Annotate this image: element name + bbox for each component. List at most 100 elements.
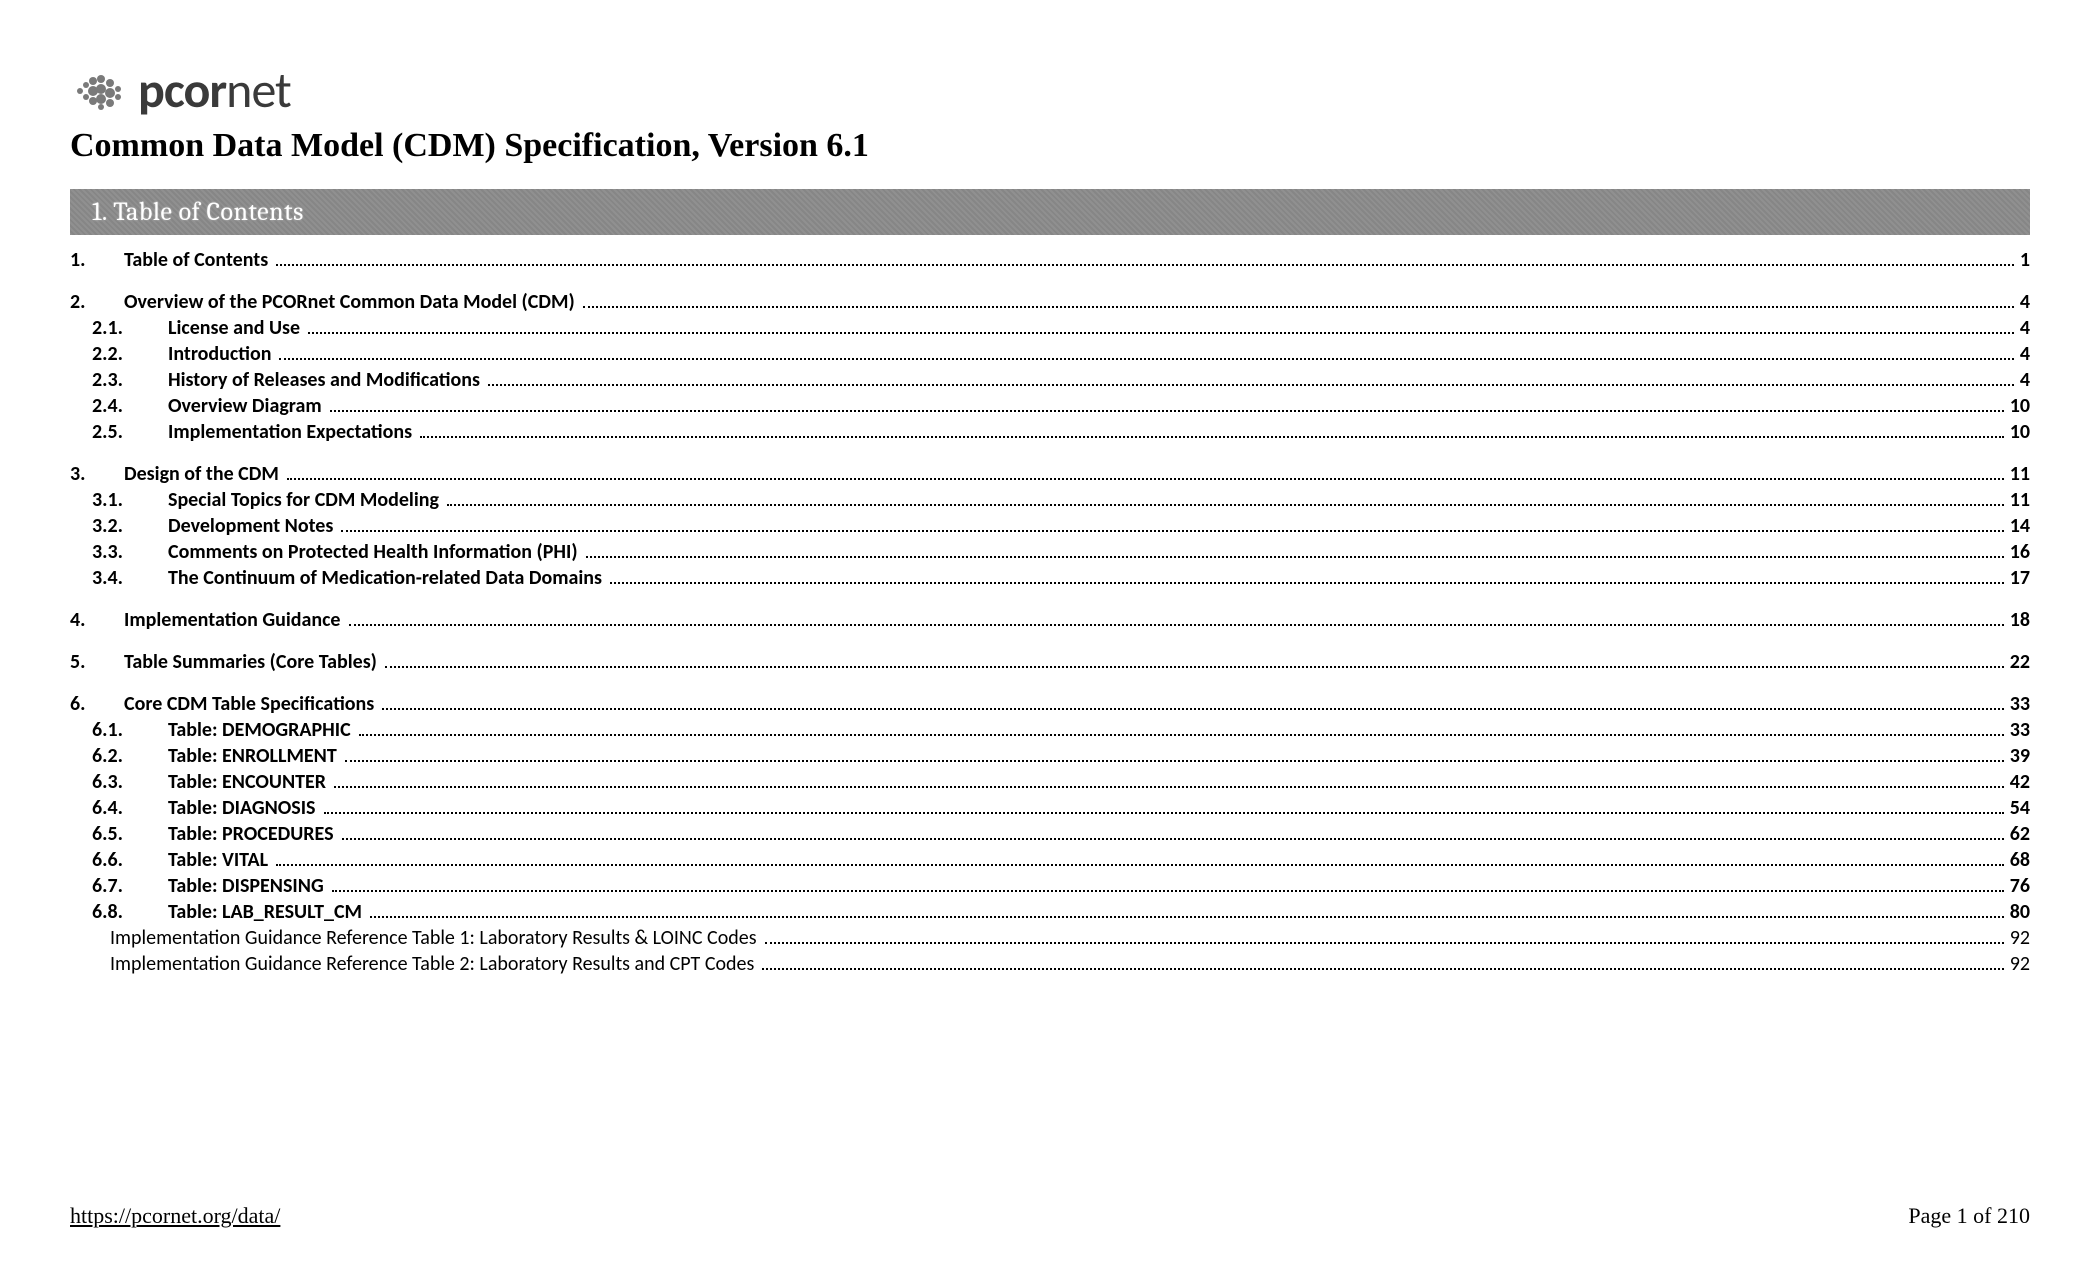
toc-leader-dots — [324, 803, 2004, 814]
toc-entry[interactable]: 6.3.Table: ENCOUNTER42 — [70, 769, 2030, 795]
toc-entry-page: 62 — [2008, 824, 2030, 844]
toc-entry-number: 3.2. — [92, 516, 168, 536]
toc-entry-page: 42 — [2008, 772, 2030, 792]
toc-entry-label: Special Topics for CDM Modeling — [168, 490, 443, 510]
toc-entry-label: Table: DISPENSING — [168, 876, 328, 896]
toc-leader-dots — [370, 907, 2004, 918]
toc-entry[interactable]: 3.Design of the CDM 11 — [70, 461, 2030, 487]
toc-entry[interactable]: 2.5.Implementation Expectations10 — [70, 419, 2030, 445]
toc-entry-page: 33 — [2008, 694, 2030, 714]
toc-entry[interactable]: 6.5.Table: PROCEDURES62 — [70, 821, 2030, 847]
toc-leader-dots — [276, 855, 2004, 866]
toc-entry-label: Design of the CDM — [124, 464, 283, 484]
toc-entry-label: Overview Diagram — [168, 396, 326, 416]
toc-entry[interactable]: 3.3.Comments on Protected Health Informa… — [70, 539, 2030, 565]
toc-entry[interactable]: 6.Core CDM Table Specifications33 — [70, 691, 2030, 717]
toc-entry-label: The Continuum of Medication-related Data… — [168, 568, 606, 588]
toc-entry-label: History of Releases and Modifications — [168, 370, 484, 390]
toc-entry-number: 2.1. — [92, 318, 168, 338]
toc-entry[interactable]: 2.Overview of the PCORnet Common Data Mo… — [70, 289, 2030, 315]
toc-entry-page: 22 — [2008, 652, 2030, 672]
toc-group: 4.Implementation Guidance 18 — [70, 607, 2030, 633]
toc-entry-page: 4 — [2018, 370, 2030, 390]
toc-entry-number: 3.3. — [92, 542, 168, 562]
toc-entry-number: 2.4. — [92, 396, 168, 416]
toc-entry-label: Table: ENROLLMENT — [168, 746, 341, 766]
toc-leader-dots — [308, 323, 2014, 334]
toc-group: 5.Table Summaries (Core Tables)22 — [70, 649, 2030, 675]
toc-entry[interactable]: 6.1.Table: DEMOGRAPHIC33 — [70, 717, 2030, 743]
toc-entry-number: 4. — [70, 610, 124, 630]
toc-entry-label: Table: ENCOUNTER — [168, 772, 330, 792]
toc-entry-page: 1 — [2018, 250, 2030, 270]
pcornet-logo-icon — [70, 69, 126, 113]
toc-entry[interactable]: 6.6.Table: VITAL68 — [70, 847, 2030, 873]
toc-entry[interactable]: 5.Table Summaries (Core Tables)22 — [70, 649, 2030, 675]
toc-entry-label: Implementation Expectations — [168, 422, 416, 442]
toc-entry-number: 6.7. — [92, 876, 168, 896]
toc-entry-number: 1. — [70, 250, 124, 270]
toc-entry-number: 6.1. — [92, 720, 168, 740]
toc-entry[interactable]: 6.8.Table: LAB_RESULT_CM80 — [70, 899, 2030, 925]
toc-section-banner: 1. Table of Contents — [70, 189, 2030, 235]
header-logo-row: pcornet — [70, 60, 2030, 121]
toc-entry-label: Table: VITAL — [168, 850, 272, 870]
toc-entry-number: 6. — [70, 694, 124, 714]
footer-url: https://pcornet.org/data/ — [70, 1203, 280, 1229]
toc-entry-number: 6.6. — [92, 850, 168, 870]
toc-leader-dots — [420, 427, 2004, 438]
toc-entry[interactable]: 3.1.Special Topics for CDM Modeling11 — [70, 487, 2030, 513]
toc-entry-label: Table: LAB_RESULT_CM — [168, 902, 366, 922]
toc-entry-page: 11 — [2008, 464, 2030, 484]
toc-entry-page: 18 — [2008, 610, 2030, 630]
toc-leader-dots — [345, 751, 2004, 762]
toc-entry-page: 14 — [2008, 516, 2030, 536]
toc-leader-dots — [447, 495, 2004, 506]
toc-entry-page: 4 — [2018, 344, 2030, 364]
toc-entry[interactable]: 3.4.The Continuum of Medication-related … — [70, 565, 2030, 591]
toc-entry[interactable]: 2.1.License and Use4 — [70, 315, 2030, 341]
toc-entry-page: 17 — [2008, 568, 2030, 588]
toc-leader-dots — [342, 829, 2004, 840]
toc-entry-page: 33 — [2008, 720, 2030, 740]
toc-entry[interactable]: 2.3.History of Releases and Modification… — [70, 367, 2030, 393]
toc-leader-dots — [359, 725, 2004, 736]
toc-entry-number: 2. — [70, 292, 124, 312]
toc-entry-label: Development Notes — [168, 516, 337, 536]
toc-entry-page: 10 — [2008, 422, 2030, 442]
toc-entry[interactable]: 3.2.Development Notes 14 — [70, 513, 2030, 539]
table-of-contents: 1.Table of Contents1 2.Overview of the PC… — [70, 247, 2030, 977]
toc-entry-label: Table: DIAGNOSIS — [168, 798, 320, 818]
toc-group: 3.Design of the CDM113.1.Special Topics … — [70, 461, 2030, 591]
toc-leader-dots — [586, 547, 2004, 558]
toc-leader-dots — [610, 573, 2004, 584]
toc-entry[interactable]: 4.Implementation Guidance 18 — [70, 607, 2030, 633]
toc-entry[interactable]: 6.2.Table: ENROLLMENT39 — [70, 743, 2030, 769]
toc-entry-label: Implementation Guidance Reference Table … — [110, 954, 758, 974]
toc-entry-page: 16 — [2008, 542, 2030, 562]
toc-entry[interactable]: 1.Table of Contents1 — [70, 247, 2030, 273]
toc-entry-label: Table Summaries (Core Tables) — [124, 652, 381, 672]
toc-entry-number: 2.3. — [92, 370, 168, 390]
toc-entry[interactable]: 6.7.Table: DISPENSING 76 — [70, 873, 2030, 899]
toc-entry[interactable]: Implementation Guidance Reference Table … — [70, 925, 2030, 951]
toc-entry[interactable]: 2.4.Overview Diagram 10 — [70, 393, 2030, 419]
toc-leader-dots — [488, 375, 2014, 386]
toc-entry-number: 3. — [70, 464, 124, 484]
toc-entry-label: Implementation Guidance — [124, 610, 345, 630]
toc-entry[interactable]: 6.4.Table: DIAGNOSIS54 — [70, 795, 2030, 821]
toc-leader-dots — [330, 401, 2004, 412]
brand-light: net — [226, 60, 291, 121]
toc-entry[interactable]: Implementation Guidance Reference Table … — [70, 951, 2030, 977]
toc-entry-label: Overview of the PCORnet Common Data Mode… — [124, 292, 579, 312]
brand-bold: pcor — [138, 60, 226, 121]
toc-group: 2.Overview of the PCORnet Common Data Mo… — [70, 289, 2030, 445]
toc-entry-page: 76 — [2008, 876, 2030, 896]
toc-leader-dots — [287, 469, 2004, 480]
toc-entry-page: 92 — [2008, 928, 2030, 948]
toc-entry[interactable]: 2.2.Introduction4 — [70, 341, 2030, 367]
page-indicator: Page 1 of 210 — [1908, 1203, 2030, 1229]
toc-entry-page: 11 — [2008, 490, 2030, 510]
toc-entry-page: 10 — [2008, 396, 2030, 416]
toc-leader-dots — [276, 255, 2014, 266]
